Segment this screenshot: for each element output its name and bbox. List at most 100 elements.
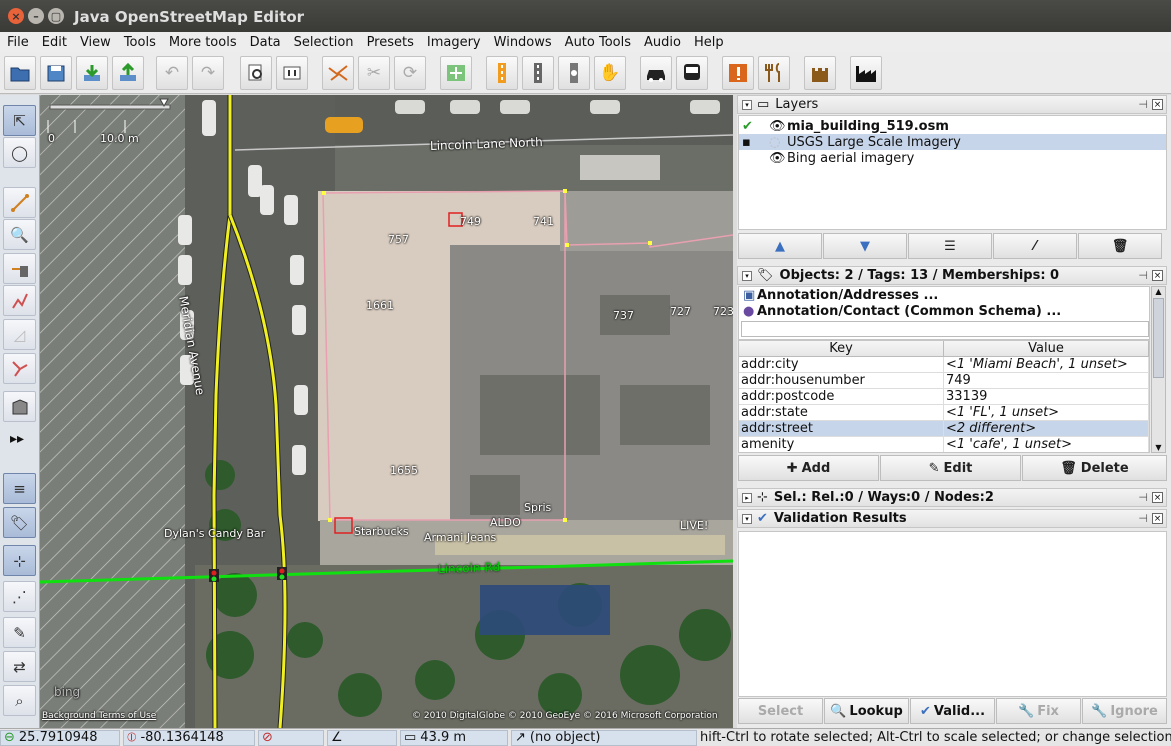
- table-row[interactable]: addr:state <1 'FL', 1 unset>: [739, 405, 1149, 421]
- ignore-button[interactable]: 🔧 Ignore: [1082, 698, 1167, 724]
- map-view[interactable]: 0 10.0 m Lincoln Lane North Lincoln Rd M…: [40, 95, 733, 728]
- menu-view[interactable]: View: [80, 35, 111, 50]
- pin-icon[interactable]: ⊣: [1138, 98, 1148, 111]
- menu-audio[interactable]: Audio: [644, 35, 681, 50]
- move-node-icon[interactable]: [440, 56, 472, 90]
- castle-icon[interactable]: [804, 56, 836, 90]
- track-preset-icon[interactable]: [558, 56, 590, 90]
- menu-tools[interactable]: Tools: [124, 35, 156, 50]
- layer-opacity-icon[interactable]: ⁄: [993, 233, 1077, 259]
- menu-help[interactable]: Help: [694, 35, 724, 50]
- settings-icon[interactable]: [276, 56, 308, 90]
- table-row[interactable]: addr:street <2 different>: [739, 421, 1149, 437]
- collapse-icon[interactable]: ▾: [742, 270, 752, 281]
- toggle-relations-icon[interactable]: ⋰: [3, 581, 36, 612]
- tags-scrollbar[interactable]: ▲ ▼: [1151, 286, 1166, 453]
- pin-icon[interactable]: ⊣: [1138, 512, 1148, 525]
- key-column-header[interactable]: Key: [739, 341, 944, 356]
- split-way-icon[interactable]: ✂: [358, 56, 390, 90]
- layer-item[interactable]: 👁 Bing aerial imagery: [739, 150, 1166, 166]
- menu-edit[interactable]: Edit: [42, 35, 67, 50]
- road-preset-icon[interactable]: [522, 56, 554, 90]
- restaurant-icon[interactable]: [758, 56, 790, 90]
- add-tag-button[interactable]: ✚ Add: [738, 455, 879, 481]
- lasso-mode-icon[interactable]: ◯: [3, 137, 36, 168]
- selection-panel-header[interactable]: ▸ ⊹ Sel.: Rel.:0 / Ways:0 / Nodes:2 ⊣ ×: [737, 488, 1167, 507]
- maximize-window-button[interactable]: ▢: [48, 8, 64, 24]
- expand-icon[interactable]: ▸: [742, 492, 752, 503]
- close-panel-icon[interactable]: ×: [1152, 492, 1163, 503]
- activate-layer-icon[interactable]: ☰: [908, 233, 992, 259]
- validate-button[interactable]: ✔ Valid...: [910, 698, 995, 724]
- preset-link[interactable]: ● Annotation/Contact (Common Schema) ...: [739, 303, 1149, 319]
- table-row[interactable]: addr:city <1 'Miami Beach', 1 unset>: [739, 357, 1149, 373]
- close-panel-icon[interactable]: ×: [1152, 99, 1163, 110]
- fix-button[interactable]: 🔧 Fix: [996, 698, 1081, 724]
- improve-way-icon[interactable]: [3, 285, 36, 316]
- delete-layer-icon[interactable]: 🗑: [1078, 233, 1162, 259]
- highway-preset-icon[interactable]: [486, 56, 518, 90]
- open-file-icon[interactable]: [4, 56, 36, 90]
- parallel-way-icon[interactable]: ◿: [3, 319, 36, 350]
- warning-icon[interactable]: [722, 56, 754, 90]
- toggle-filter-icon[interactable]: ⌕: [3, 685, 36, 716]
- factory-icon[interactable]: [850, 56, 882, 90]
- upload-icon[interactable]: [112, 56, 144, 90]
- visible-eye-icon[interactable]: 👁: [757, 119, 786, 134]
- edit-tag-button[interactable]: ✎ Edit: [880, 455, 1021, 481]
- table-row[interactable]: addr:housenumber 749: [739, 373, 1149, 389]
- hidden-eye-icon[interactable]: ◌: [757, 135, 780, 150]
- table-row[interactable]: addr:postcode 33139: [739, 389, 1149, 405]
- menu-file[interactable]: File: [7, 35, 29, 50]
- validation-panel-header[interactable]: ▾ ✔ Validation Results ⊣ ×: [737, 509, 1167, 528]
- zoom-mode-icon[interactable]: 🔍: [3, 219, 36, 250]
- redo-icon[interactable]: ↷: [192, 56, 224, 90]
- pin-icon[interactable]: ⊣: [1138, 491, 1148, 504]
- extrude-icon[interactable]: [3, 353, 36, 384]
- layer-item[interactable]: ✔ 👁 mia_building_519.osm: [739, 118, 1166, 134]
- download-icon[interactable]: [76, 56, 108, 90]
- toggle-tags-icon[interactable]: 🏷: [3, 507, 36, 538]
- toggle-history-icon[interactable]: ⇄: [3, 651, 36, 682]
- undo-icon[interactable]: ↶: [156, 56, 188, 90]
- close-panel-icon[interactable]: ×: [1152, 270, 1163, 281]
- lookup-button[interactable]: 🔍 Lookup: [824, 698, 909, 724]
- preset-search-field[interactable]: [741, 321, 1149, 337]
- toggle-selection-icon[interactable]: ⊹: [3, 545, 36, 576]
- move-down-icon[interactable]: ▼: [823, 233, 907, 259]
- validation-results-list[interactable]: [738, 531, 1167, 697]
- collapse-icon[interactable]: ▾: [742, 99, 752, 110]
- delete-tag-button[interactable]: 🗑 Delete: [1022, 455, 1167, 481]
- close-panel-icon[interactable]: ×: [1152, 513, 1163, 524]
- draw-mode-icon[interactable]: [3, 187, 36, 218]
- toggle-layers-icon[interactable]: ≡: [3, 473, 36, 504]
- toggle-commands-icon[interactable]: ✎: [3, 617, 36, 648]
- visible-eye-icon[interactable]: 👁: [757, 151, 786, 166]
- building-tool-icon[interactable]: [3, 391, 36, 422]
- menu-presets[interactable]: Presets: [367, 35, 414, 50]
- menu-more-tools[interactable]: More tools: [169, 35, 237, 50]
- menu-auto-tools[interactable]: Auto Tools: [565, 35, 631, 50]
- menu-windows[interactable]: Windows: [494, 35, 552, 50]
- combine-way-icon[interactable]: [322, 56, 354, 90]
- minimize-window-button[interactable]: –: [28, 8, 44, 24]
- menu-data[interactable]: Data: [250, 35, 281, 50]
- table-row[interactable]: amenity <1 'cafe', 1 unset>: [739, 437, 1149, 452]
- select-button[interactable]: Select: [738, 698, 823, 724]
- select-mode-icon[interactable]: ⇱: [3, 105, 36, 136]
- value-column-header[interactable]: Value: [944, 341, 1149, 356]
- bus-icon[interactable]: [676, 56, 708, 90]
- menu-imagery[interactable]: Imagery: [427, 35, 481, 50]
- move-up-icon[interactable]: ▲: [738, 233, 822, 259]
- hand-icon[interactable]: ✋: [594, 56, 626, 90]
- car-icon[interactable]: [640, 56, 672, 90]
- collapse-icon[interactable]: ▾: [742, 513, 752, 524]
- layer-item[interactable]: ▪ ◌ USGS Large Scale Imagery: [739, 134, 1166, 150]
- menu-selection[interactable]: Selection: [294, 35, 354, 50]
- preferences-icon[interactable]: [240, 56, 272, 90]
- save-icon[interactable]: [40, 56, 72, 90]
- close-window-button[interactable]: ×: [8, 8, 24, 24]
- layers-panel-header[interactable]: ▾ ▭ Layers ⊣ ×: [737, 95, 1167, 114]
- more-tools-icon[interactable]: ▸▸: [10, 431, 24, 447]
- preset-link[interactable]: ▣ Annotation/Addresses ...: [739, 287, 1149, 303]
